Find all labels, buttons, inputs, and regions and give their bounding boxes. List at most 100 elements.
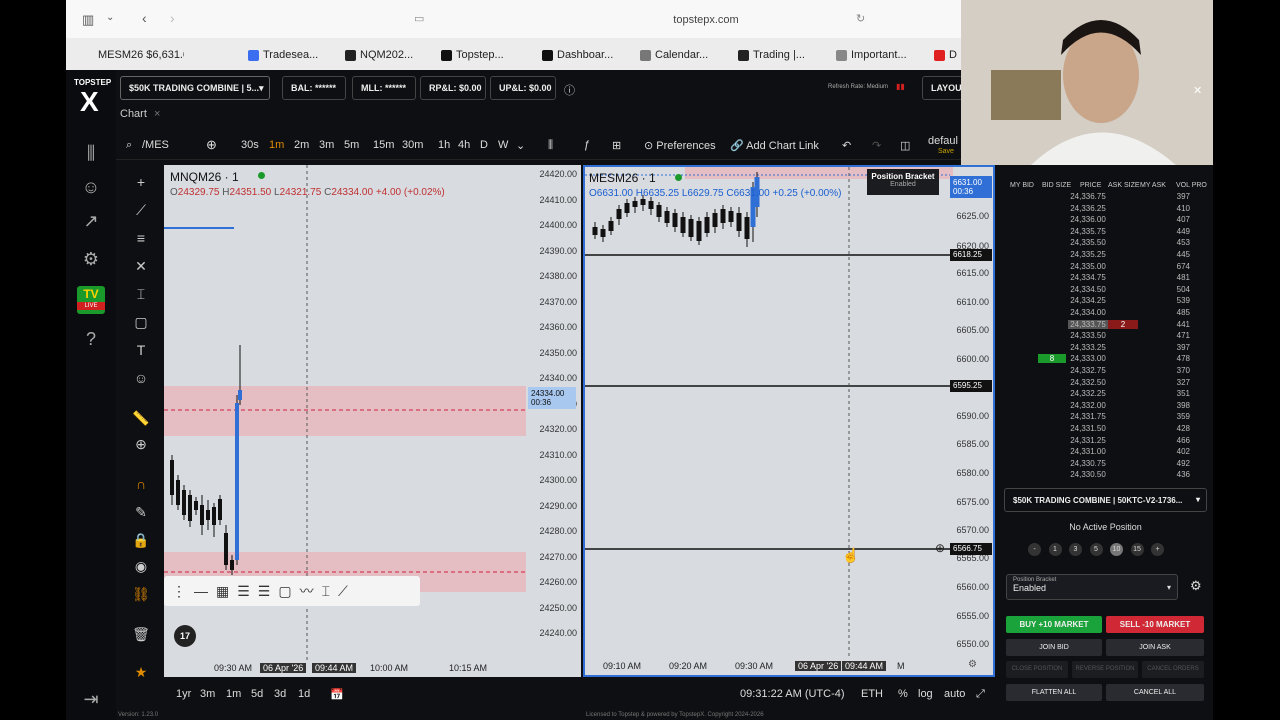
candles-icon[interactable]: ⫼ [78,140,104,166]
layout-name[interactable]: defaul [928,135,958,147]
reverse-position-button[interactable]: REVERSE POSITION [1072,661,1138,678]
refresh-rate[interactable]: Refresh Rate: Medium [828,84,888,90]
ladder-price[interactable]: 24,335.50 [1068,238,1108,247]
ladder-row[interactable]: 24,336.75 397 [1004,192,1208,204]
browser-tab[interactable]: Trading |... [738,46,828,64]
ladder-price[interactable]: 24,333.75 [1068,319,1108,329]
info-icon[interactable]: ⓘ [564,82,575,98]
add-chart-link-button[interactable]: 🔗 Add Chart Link [730,139,819,152]
ladder-row[interactable]: 24,333.75 441 2 [1004,319,1208,332]
ladder-row[interactable]: 24,335.25 445 [1004,250,1208,262]
add-order-icon[interactable]: ⊕ [935,541,945,555]
ladder-row[interactable]: 24,333.00 478 8 [1004,354,1208,366]
reader-icon[interactable]: ▭ [414,12,424,25]
size-option[interactable]: 5 [1089,543,1103,556]
star-icon[interactable]: ★ [130,661,152,683]
ladder-row[interactable]: 24,330.75 492 [1004,459,1208,471]
eye-icon[interactable]: ◉ [130,555,152,577]
range-3m[interactable]: 3m [200,688,215,700]
ladder-row[interactable]: 24,334.00 485 [1004,308,1208,320]
size-option[interactable]: - [1028,543,1041,556]
panel-icon[interactable]: ◫ [900,139,910,152]
ladder-price[interactable]: 24,334.00 [1068,308,1108,317]
log-toggle[interactable]: log [918,688,933,700]
chart-mes[interactable]: MESM26 · 1 O6631.00 H6635.25 L6629.75 C6… [583,165,995,677]
chevron-down-icon[interactable]: ⌄ [106,12,114,23]
position-bracket-select[interactable]: Position Bracket Enabled ▾ [1006,574,1178,600]
size-option[interactable]: 3 [1069,543,1082,556]
session-toggle[interactable]: ETH [861,688,883,700]
interval-2m[interactable]: 2m [294,139,309,151]
indicators-icon[interactable]: ⫼ [548,139,553,152]
dom-ladder[interactable]: MY BID BID SIZE PRICE ASK SIZE MY ASK VOL PRO… [1004,180,1208,484]
ladder-price[interactable]: 24,331.75 [1068,412,1108,421]
ladder-price[interactable]: 24,334.75 [1068,273,1108,282]
interval-4h[interactable]: 4h [458,139,470,151]
cancel-all-button[interactable]: CANCEL ALL [1106,684,1204,701]
ruler-icon[interactable]: ⌶ [322,583,330,600]
ladder-row[interactable]: 24,331.25 466 [1004,436,1208,448]
ladder-price[interactable]: 24,335.75 [1068,227,1108,236]
chart-mnq[interactable]: MNQM26 · 1 O24329.75 H24351.50 L24321.75… [164,165,581,677]
logout-icon[interactable]: ⇥ [78,686,104,712]
close-position-button[interactable]: CLOSE POSITION [1006,661,1068,678]
range-1yr[interactable]: 1yr [176,688,191,700]
ladder-price[interactable]: 24,334.50 [1068,285,1108,294]
crosshair-icon[interactable]: + [130,171,152,193]
emoji-icon[interactable]: ☺ [130,367,152,389]
account-selector[interactable]: $50K TRADING COMBINE | 5... ▾ [120,76,270,100]
flatten-all-button[interactable]: FLATTEN ALL [1006,684,1102,701]
browser-tab[interactable]: Topstep... [441,46,531,64]
pattern-icon[interactable]: ✕ [130,255,152,277]
hlines-icon[interactable]: ≡ [130,227,152,249]
browser-tab[interactable]: D [934,46,964,64]
interval-1h[interactable]: 1h [438,139,450,151]
line-icon[interactable]: — [194,583,208,599]
layout-grid-icon[interactable]: ⊞ [612,139,621,152]
link-icon[interactable]: ⛓ [130,583,152,605]
ladder-row[interactable]: 24,335.50 453 [1004,238,1208,250]
users-icon[interactable]: ☺ [78,174,104,200]
ladder-price[interactable]: 24,335.00 [1068,262,1108,271]
ladder-row[interactable]: 24,334.50 504 [1004,285,1208,297]
order-account-selector[interactable]: $50K TRADING COMBINE | 50KTC-V2-1736... … [1004,488,1207,512]
range-1d[interactable]: 1d [298,688,310,700]
ladder-price[interactable]: 24,333.25 [1068,343,1108,352]
interval-30m[interactable]: 30m [402,139,423,151]
ladder-price[interactable]: 24,333.50 [1068,331,1108,340]
undo-icon[interactable]: ↶ [842,139,851,152]
ladder-price[interactable]: 24,334.25 [1068,296,1108,305]
ladder-row[interactable]: 24,332.00 398 [1004,401,1208,413]
interval-W[interactable]: W [498,139,508,151]
ladder-row[interactable]: 24,335.00 674 [1004,262,1208,274]
ladder-price[interactable]: 24,336.25 [1068,204,1108,213]
preferences-button[interactable]: ⊙ Preferences [644,139,716,152]
ruler-icon[interactable]: 📏 [130,407,152,429]
clock[interactable]: 09:31:22 AM (UTC-4) [740,688,845,700]
cancel-orders-button[interactable]: CANCEL ORDERS [1142,661,1204,678]
gear-icon[interactable]: ⚙ [78,246,104,272]
text-icon[interactable]: T [130,339,152,361]
ladder-price[interactable]: 24,335.25 [1068,250,1108,259]
function-icon[interactable]: ƒ [584,139,590,151]
join-bid-button[interactable]: JOIN BID [1006,639,1102,656]
ladder-row[interactable]: 24,333.50 471 [1004,331,1208,343]
calendar-icon[interactable]: 📅 [330,688,344,701]
trendline-icon[interactable]: ⟋ [130,199,152,221]
ladder-row[interactable]: 24,332.75 370 [1004,366,1208,378]
floating-draw-toolbar[interactable]: ⋮ — ▦ ☰ ☰ ▢ 〰 ⌶ ⟋ [164,576,420,606]
size-option[interactable]: 1 [1048,543,1062,556]
path-icon[interactable]: 〰 [300,581,314,601]
zoom-icon[interactable]: ⊕ [130,433,152,455]
ladder-price[interactable]: 24,332.75 [1068,366,1108,375]
reload-icon[interactable]: ↻ [856,12,865,25]
range-3d[interactable]: 3d [274,688,286,700]
ladder-price[interactable]: 24,333.00 [1068,354,1108,363]
chevron-down-icon[interactable]: ⌄ [516,139,525,152]
browser-tab[interactable]: NQM202... [345,46,435,64]
sell-market-button[interactable]: SELL -10 MARKET [1106,616,1204,633]
ladder-price[interactable]: 24,332.00 [1068,401,1108,410]
pencil-icon[interactable]: ✎ [130,501,152,523]
ladder-row[interactable]: 24,334.75 481 [1004,273,1208,285]
ladder-row[interactable]: 24,331.75 359 [1004,412,1208,424]
